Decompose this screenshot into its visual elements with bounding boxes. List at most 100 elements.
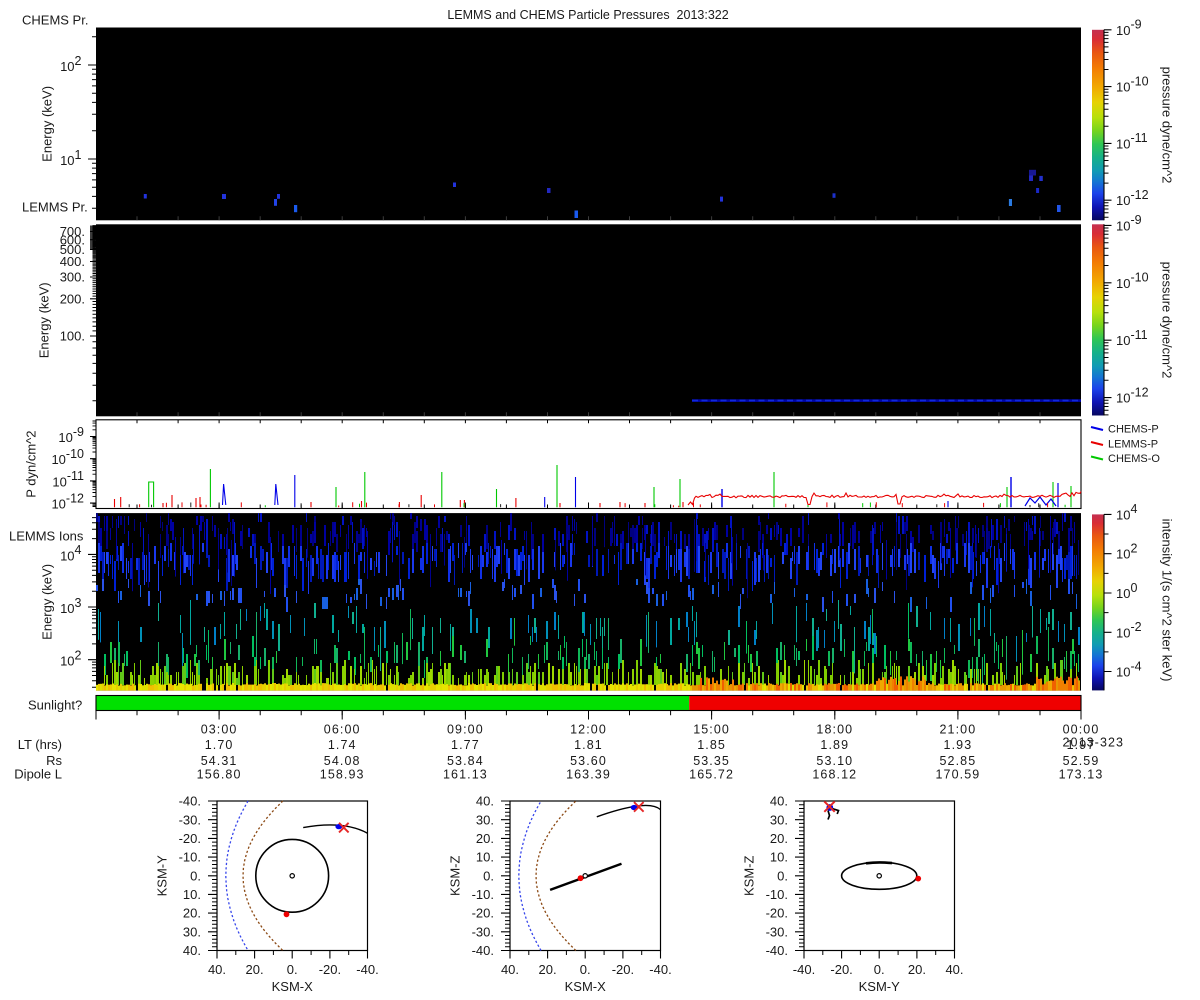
svg-text:-40.: -40. — [472, 943, 494, 958]
svg-text:CHEMS Pr.: CHEMS Pr. — [22, 13, 88, 28]
svg-text:30.: 30. — [183, 924, 201, 939]
svg-text:10.: 10. — [770, 850, 788, 865]
svg-text:LT (hrs): LT (hrs) — [18, 737, 62, 752]
svg-text:0.: 0. — [874, 962, 885, 977]
svg-text:-20.: -20. — [612, 962, 634, 977]
svg-text:CHEMS-P: CHEMS-P — [1108, 424, 1159, 436]
svg-text:40.: 40. — [770, 794, 788, 809]
svg-text:0.: 0. — [580, 962, 591, 977]
svg-text:KSM-Y: KSM-Y — [859, 979, 901, 994]
svg-text:1.93: 1.93 — [944, 738, 973, 752]
svg-text:intensity 1/(s cm^2 ster keV): intensity 1/(s cm^2 ster keV) — [1160, 519, 1175, 682]
svg-text:30.: 30. — [476, 812, 494, 827]
svg-text:-30.: -30. — [766, 924, 788, 939]
svg-text:LEMMS Ions: LEMMS Ions — [9, 529, 84, 544]
svg-text:165.72: 165.72 — [689, 768, 734, 782]
svg-text:pressure dyne/cm^2: pressure dyne/cm^2 — [1160, 67, 1175, 184]
svg-text:KSM-X: KSM-X — [565, 979, 607, 994]
svg-text:CHEMS-O: CHEMS-O — [1108, 453, 1160, 465]
svg-text:-20.: -20. — [179, 831, 201, 846]
svg-text:Energy (keV): Energy (keV) — [40, 564, 55, 640]
svg-text:pressure dyne/cm^2: pressure dyne/cm^2 — [1160, 262, 1175, 379]
svg-text:161.13: 161.13 — [443, 768, 488, 782]
svg-text:-20.: -20. — [830, 962, 852, 977]
svg-text:-30.: -30. — [179, 812, 201, 827]
svg-text:53.60: 53.60 — [570, 754, 607, 768]
svg-text:52.85: 52.85 — [940, 754, 977, 768]
svg-text:1.74: 1.74 — [328, 738, 357, 752]
svg-text:53.35: 53.35 — [693, 754, 730, 768]
svg-text:400.: 400. — [60, 254, 85, 269]
svg-text:10.: 10. — [183, 887, 201, 902]
svg-text:40.: 40. — [208, 962, 226, 977]
svg-text:P dyn/cm^2: P dyn/cm^2 — [24, 430, 39, 497]
svg-text:KSM-Z: KSM-Z — [742, 856, 757, 897]
svg-text:KSM-Z: KSM-Z — [448, 856, 463, 897]
svg-text:40.: 40. — [183, 943, 201, 958]
svg-text:173.13: 173.13 — [1059, 768, 1104, 782]
svg-text:0.: 0. — [287, 962, 298, 977]
svg-text:53.10: 53.10 — [816, 754, 853, 768]
svg-text:-40.: -40. — [356, 962, 378, 977]
svg-text:-10.: -10. — [472, 887, 494, 902]
svg-text:1.70: 1.70 — [205, 738, 234, 752]
svg-text:54.31: 54.31 — [201, 754, 238, 768]
svg-text:1.85: 1.85 — [697, 738, 726, 752]
svg-text:10.: 10. — [476, 850, 494, 865]
svg-text:40.: 40. — [945, 962, 963, 977]
svg-text:Energy (keV): Energy (keV) — [37, 282, 52, 358]
svg-text:200.: 200. — [60, 291, 85, 306]
svg-text:163.39: 163.39 — [566, 768, 611, 782]
svg-text:21:00: 21:00 — [940, 723, 977, 737]
svg-text:2013-323: 2013-323 — [1062, 735, 1124, 749]
svg-text:0.: 0. — [777, 868, 788, 883]
svg-text:20.: 20. — [246, 962, 264, 977]
svg-text:170.59: 170.59 — [935, 768, 980, 782]
svg-text:KSM-X: KSM-X — [272, 979, 314, 994]
svg-text:Dipole L: Dipole L — [14, 767, 62, 782]
svg-text:30.: 30. — [770, 812, 788, 827]
svg-text:-20.: -20. — [319, 962, 341, 977]
svg-text:1.77: 1.77 — [451, 738, 480, 752]
svg-text:03:00: 03:00 — [201, 723, 238, 737]
svg-text:Sunlight?: Sunlight? — [28, 698, 82, 713]
svg-text:-40.: -40. — [649, 962, 671, 977]
svg-text:LEMMS Pr.: LEMMS Pr. — [22, 200, 88, 215]
svg-text:20.: 20. — [908, 962, 926, 977]
svg-text:-40.: -40. — [793, 962, 815, 977]
svg-text:18:00: 18:00 — [816, 723, 853, 737]
svg-text:1.81: 1.81 — [574, 738, 603, 752]
svg-text:300.: 300. — [60, 270, 85, 285]
svg-text:52.59: 52.59 — [1063, 754, 1100, 768]
svg-text:20.: 20. — [476, 831, 494, 846]
svg-text:54.08: 54.08 — [324, 754, 361, 768]
svg-text:20.: 20. — [770, 831, 788, 846]
svg-text:156.80: 156.80 — [197, 768, 242, 782]
svg-text:KSM-Y: KSM-Y — [155, 855, 170, 897]
svg-text:1.89: 1.89 — [820, 738, 849, 752]
svg-text:40.: 40. — [501, 962, 519, 977]
svg-text:-10.: -10. — [179, 850, 201, 865]
svg-text:168.12: 168.12 — [812, 768, 857, 782]
svg-text:-40.: -40. — [766, 943, 788, 958]
svg-text:53.84: 53.84 — [447, 754, 484, 768]
svg-text:0.: 0. — [483, 868, 494, 883]
svg-text:-30.: -30. — [472, 924, 494, 939]
svg-text:LEMMS-P: LEMMS-P — [1108, 439, 1158, 451]
svg-text:15:00: 15:00 — [693, 723, 730, 737]
svg-text:09:00: 09:00 — [447, 723, 484, 737]
svg-text:LEMMS and CHEMS Particle Press: LEMMS and CHEMS Particle Pressures 2013:… — [447, 8, 728, 22]
svg-text:-20.: -20. — [472, 906, 494, 921]
svg-text:Energy (keV): Energy (keV) — [40, 86, 55, 162]
svg-text:-40.: -40. — [179, 794, 201, 809]
svg-text:20.: 20. — [539, 962, 557, 977]
svg-text:40.: 40. — [476, 794, 494, 809]
svg-text:-20.: -20. — [766, 906, 788, 921]
svg-text:100.: 100. — [60, 329, 85, 344]
svg-text:20.: 20. — [183, 906, 201, 921]
svg-text:158.93: 158.93 — [320, 768, 365, 782]
svg-text:12:00: 12:00 — [570, 723, 607, 737]
svg-text:06:00: 06:00 — [324, 723, 361, 737]
svg-text:0.: 0. — [190, 868, 201, 883]
svg-text:-10.: -10. — [766, 887, 788, 902]
